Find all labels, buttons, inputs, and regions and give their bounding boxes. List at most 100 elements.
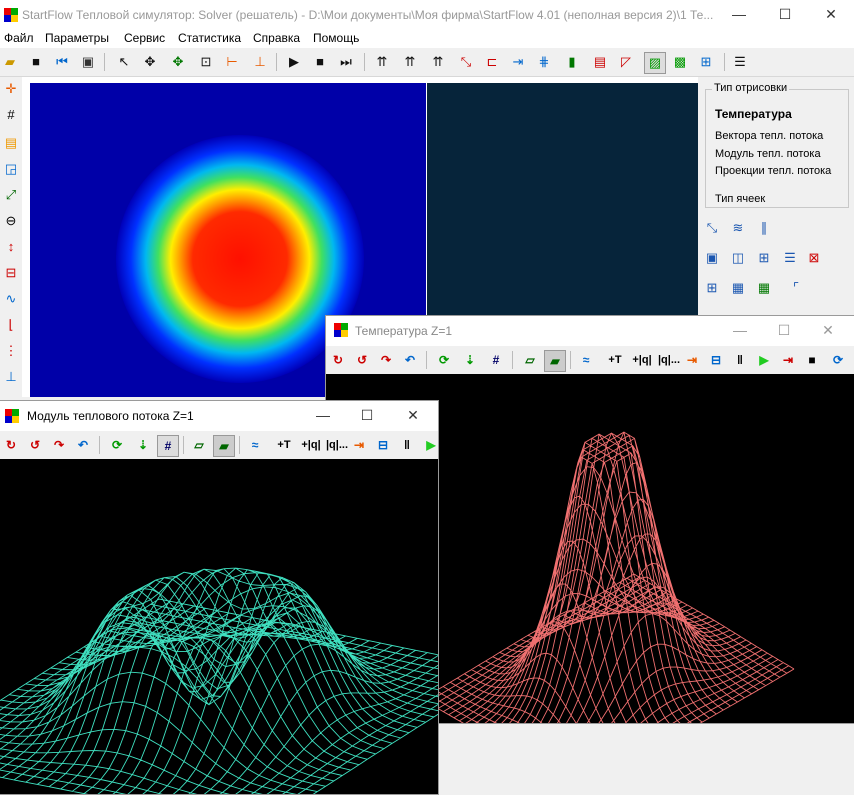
import-icon[interactable]: ⇥	[349, 435, 369, 455]
cell-cross-icon[interactable]: ⊠	[805, 249, 823, 267]
add-temperature-button[interactable]: +T	[271, 435, 297, 455]
stop-icon[interactable]: ■	[310, 52, 330, 72]
menu-help[interactable]: Помощь	[313, 31, 359, 45]
mesh-icon[interactable]: #	[157, 435, 179, 457]
refresh-icon[interactable]: ⟳	[107, 435, 127, 455]
surface-icon[interactable]: ▰	[213, 435, 235, 457]
rotate-up-icon[interactable]: ↶	[400, 350, 420, 370]
corner-icon[interactable]: ⌜	[787, 279, 805, 297]
rotate-right-icon[interactable]: ↺	[25, 435, 45, 455]
picture-icon[interactable]: ▨	[644, 52, 666, 74]
select-arrow-icon[interactable]: ↖	[114, 52, 134, 72]
rotate-left-icon[interactable]: ↻	[328, 350, 348, 370]
flux-range-button[interactable]: |q|...	[325, 435, 349, 455]
color-scale-icon[interactable]: ▤	[1, 133, 21, 153]
flow-up-split-icon[interactable]: ⇈	[428, 52, 448, 72]
refresh-icon[interactable]: ⟳	[434, 350, 454, 370]
move-icon[interactable]: ✥	[140, 52, 160, 72]
rewind-icon[interactable]: ⏮	[52, 52, 72, 72]
rotate-down-icon[interactable]: ↷	[376, 350, 396, 370]
connect-icon[interactable]: ⤡	[456, 52, 476, 72]
flow-up-double-icon[interactable]: ⇈	[400, 52, 420, 72]
bars-field-icon[interactable]: ∥	[755, 219, 773, 237]
pause-icon[interactable]: ‖	[730, 350, 750, 370]
close-button[interactable]: ✕	[808, 0, 854, 30]
boundary-bottom-icon[interactable]: ⊥	[250, 52, 270, 72]
wireframe-icon[interactable]: ▱	[189, 435, 209, 455]
rotate-down-icon[interactable]: ↷	[49, 435, 69, 455]
screen-icon[interactable]: ⊞	[696, 52, 716, 72]
menu-reference[interactable]: Справка	[253, 31, 300, 45]
close-button[interactable]: ✕	[806, 316, 850, 346]
wireframe-icon[interactable]: ▱	[520, 350, 540, 370]
menu-file[interactable]: Файл	[4, 31, 34, 45]
mesh-icon[interactable]: #	[486, 350, 506, 370]
color-bars-icon[interactable]: ▮	[562, 52, 582, 72]
grid-export-icon[interactable]: ⋕	[534, 52, 554, 72]
waves-icon[interactable]: ≈	[576, 350, 596, 370]
wave-field-icon[interactable]: ≋	[729, 219, 747, 237]
export-icon[interactable]: ⇥	[508, 52, 528, 72]
menu-parameters[interactable]: Параметры	[45, 31, 109, 45]
close-button[interactable]: ✕	[391, 401, 435, 431]
pause-icon[interactable]: ‖	[397, 435, 417, 455]
maximize-button[interactable]: ☐	[345, 401, 389, 431]
cell-grid-icon[interactable]: ⊞	[703, 279, 721, 297]
add-flux-button[interactable]: +|q|	[297, 435, 325, 455]
cell-single-icon[interactable]: ▣	[703, 249, 721, 267]
wave-graph-icon[interactable]: ∿	[1, 289, 21, 309]
comment-icon[interactable]: ◸	[616, 52, 636, 72]
surface-icon[interactable]: ▰	[544, 350, 566, 372]
section-icon[interactable]: ⊟	[1, 263, 21, 283]
add-temperature-button[interactable]: +T	[602, 350, 628, 370]
cell-colored-icon[interactable]: ▦	[755, 279, 773, 297]
step-icon[interactable]: ⏭	[336, 52, 356, 72]
cell-split-icon[interactable]: ◫	[729, 249, 747, 267]
save-image-icon[interactable]: ■	[802, 350, 822, 370]
waves-icon[interactable]: ≈	[245, 435, 265, 455]
import-icon[interactable]: ⇥	[682, 350, 702, 370]
maximize-button[interactable]: ☐	[762, 0, 808, 30]
menu-service[interactable]: Сервис	[124, 31, 165, 45]
boundary-left-icon[interactable]: ⊢	[222, 52, 242, 72]
zoom-arrow-icon[interactable]: ⤢	[1, 185, 21, 205]
save-as-icon[interactable]: ▣	[78, 52, 98, 72]
zoom-icon[interactable]: ⊡	[196, 52, 216, 72]
run-icon[interactable]: ▶	[421, 435, 441, 455]
run-icon[interactable]: ▶	[754, 350, 774, 370]
tree-icon[interactable]: ⊟	[706, 350, 726, 370]
cell-rows-icon[interactable]: ☰	[781, 249, 799, 267]
rotate-left-icon[interactable]: ↻	[1, 435, 21, 455]
grid-paint-icon[interactable]: ▩	[670, 52, 690, 72]
rotate-right-icon[interactable]: ↺	[352, 350, 372, 370]
vertical-measure-icon[interactable]: ↕	[1, 237, 21, 257]
save-icon[interactable]: ■	[26, 52, 46, 72]
decay-graph-icon[interactable]: ⌊	[1, 315, 21, 335]
palette-icon[interactable]: ▤	[590, 52, 610, 72]
add-flux-button[interactable]: +|q|	[628, 350, 656, 370]
flow-up-icon[interactable]: ⇈	[372, 52, 392, 72]
flux-range-button[interactable]: |q|...	[656, 350, 682, 370]
maximize-button[interactable]: ☐	[762, 316, 806, 346]
menu-statistics[interactable]: Статистика	[178, 31, 241, 45]
option-temperature[interactable]: Температура	[715, 107, 792, 121]
minimize-button[interactable]: —	[718, 316, 762, 346]
minimize-button[interactable]: —	[301, 401, 345, 431]
stop-marker-icon[interactable]: ⇥	[778, 350, 798, 370]
option-flux-vectors[interactable]: Вектора тепл. потока	[715, 130, 823, 142]
cell-mesh-icon[interactable]: ▦	[729, 279, 747, 297]
axis-down-icon[interactable]: ⇣	[133, 435, 153, 455]
dotted-frame-icon[interactable]: ⋮	[1, 341, 21, 361]
rotate-up-icon[interactable]: ↶	[73, 435, 93, 455]
sync-icon[interactable]: ⟳	[828, 350, 848, 370]
option-flux-projections[interactable]: Проекции тепл. потока	[715, 165, 831, 177]
shapes-icon[interactable]: ⊖	[1, 211, 21, 231]
list-icon[interactable]: ☰	[730, 52, 750, 72]
tree-icon[interactable]: ⊟	[373, 435, 393, 455]
option-flux-magnitude[interactable]: Модуль тепл. потока	[715, 148, 821, 160]
flux-window[interactable]: Модуль теплового потока Z=1 — ☐ ✕ ↻ ↺ ↷ …	[0, 400, 439, 795]
minimize-button[interactable]: —	[716, 0, 762, 30]
move-node-icon[interactable]: ✥	[168, 52, 188, 72]
axis-graph-icon[interactable]: ⊥	[1, 367, 21, 387]
open-folder-icon[interactable]: ▰	[0, 52, 20, 72]
